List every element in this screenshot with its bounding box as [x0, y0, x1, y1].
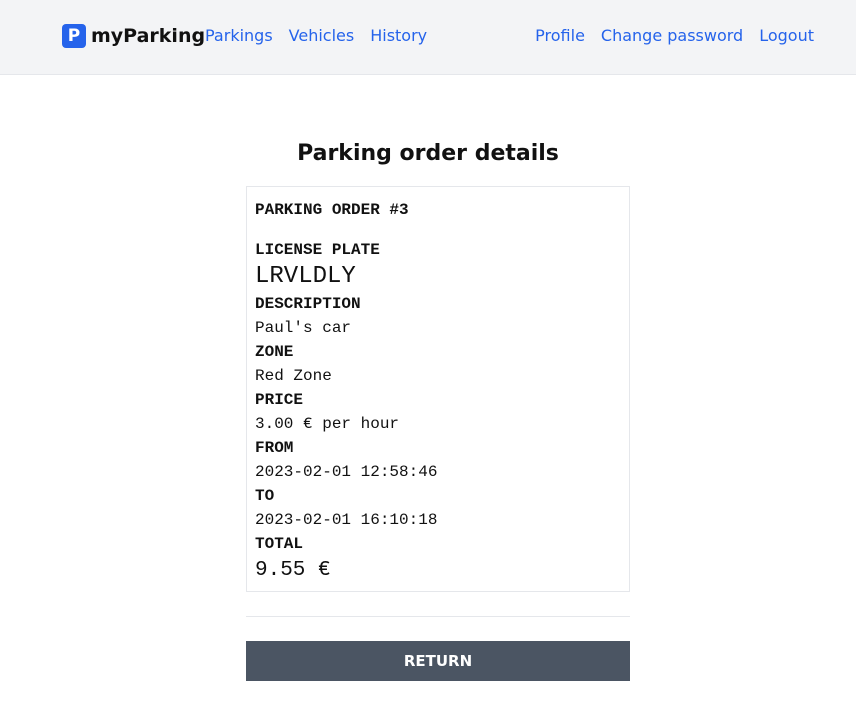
parking-logo-icon: P [62, 24, 86, 48]
zone-value: Red Zone [255, 367, 332, 385]
brand-link[interactable]: P myParking [62, 24, 205, 48]
user-nav: Profile Change password Logout [535, 26, 814, 45]
brand-name: myParking [91, 25, 206, 47]
zone-label: ZONE [255, 343, 294, 361]
order-title: PARKING ORDER #3 [255, 201, 409, 219]
price-label: PRICE [255, 391, 304, 409]
nav-history[interactable]: History [370, 26, 427, 45]
nav-change-password[interactable]: Change password [601, 26, 743, 45]
main-nav: Parkings Vehicles History [205, 26, 427, 45]
nav-vehicles[interactable]: Vehicles [289, 26, 355, 45]
divider [246, 616, 630, 617]
order-card: PARKING ORDER #3 LICENSE PLATE LRVLDLY D… [246, 186, 630, 592]
to-value: 2023-02-01 16:10:18 [255, 511, 438, 529]
total-value: 9.55 € [255, 559, 331, 582]
from-label: FROM [255, 439, 294, 457]
header: P myParking Parkings Vehicles History Pr… [0, 0, 856, 75]
description-label: DESCRIPTION [255, 295, 361, 313]
price-value: 3.00 € per hour [255, 415, 400, 433]
nav-logout[interactable]: Logout [759, 26, 814, 45]
page-title: Parking order details [297, 141, 559, 166]
nav-parkings[interactable]: Parkings [205, 26, 273, 45]
license-label: LICENSE PLATE [255, 241, 380, 259]
return-button[interactable]: RETURN [246, 641, 630, 681]
total-label: TOTAL [255, 535, 304, 553]
nav-profile[interactable]: Profile [535, 26, 585, 45]
from-value: 2023-02-01 12:58:46 [255, 463, 438, 481]
description-value: Paul's car [255, 319, 352, 337]
license-value: LRVLDLY [255, 263, 356, 290]
to-label: TO [255, 487, 275, 505]
